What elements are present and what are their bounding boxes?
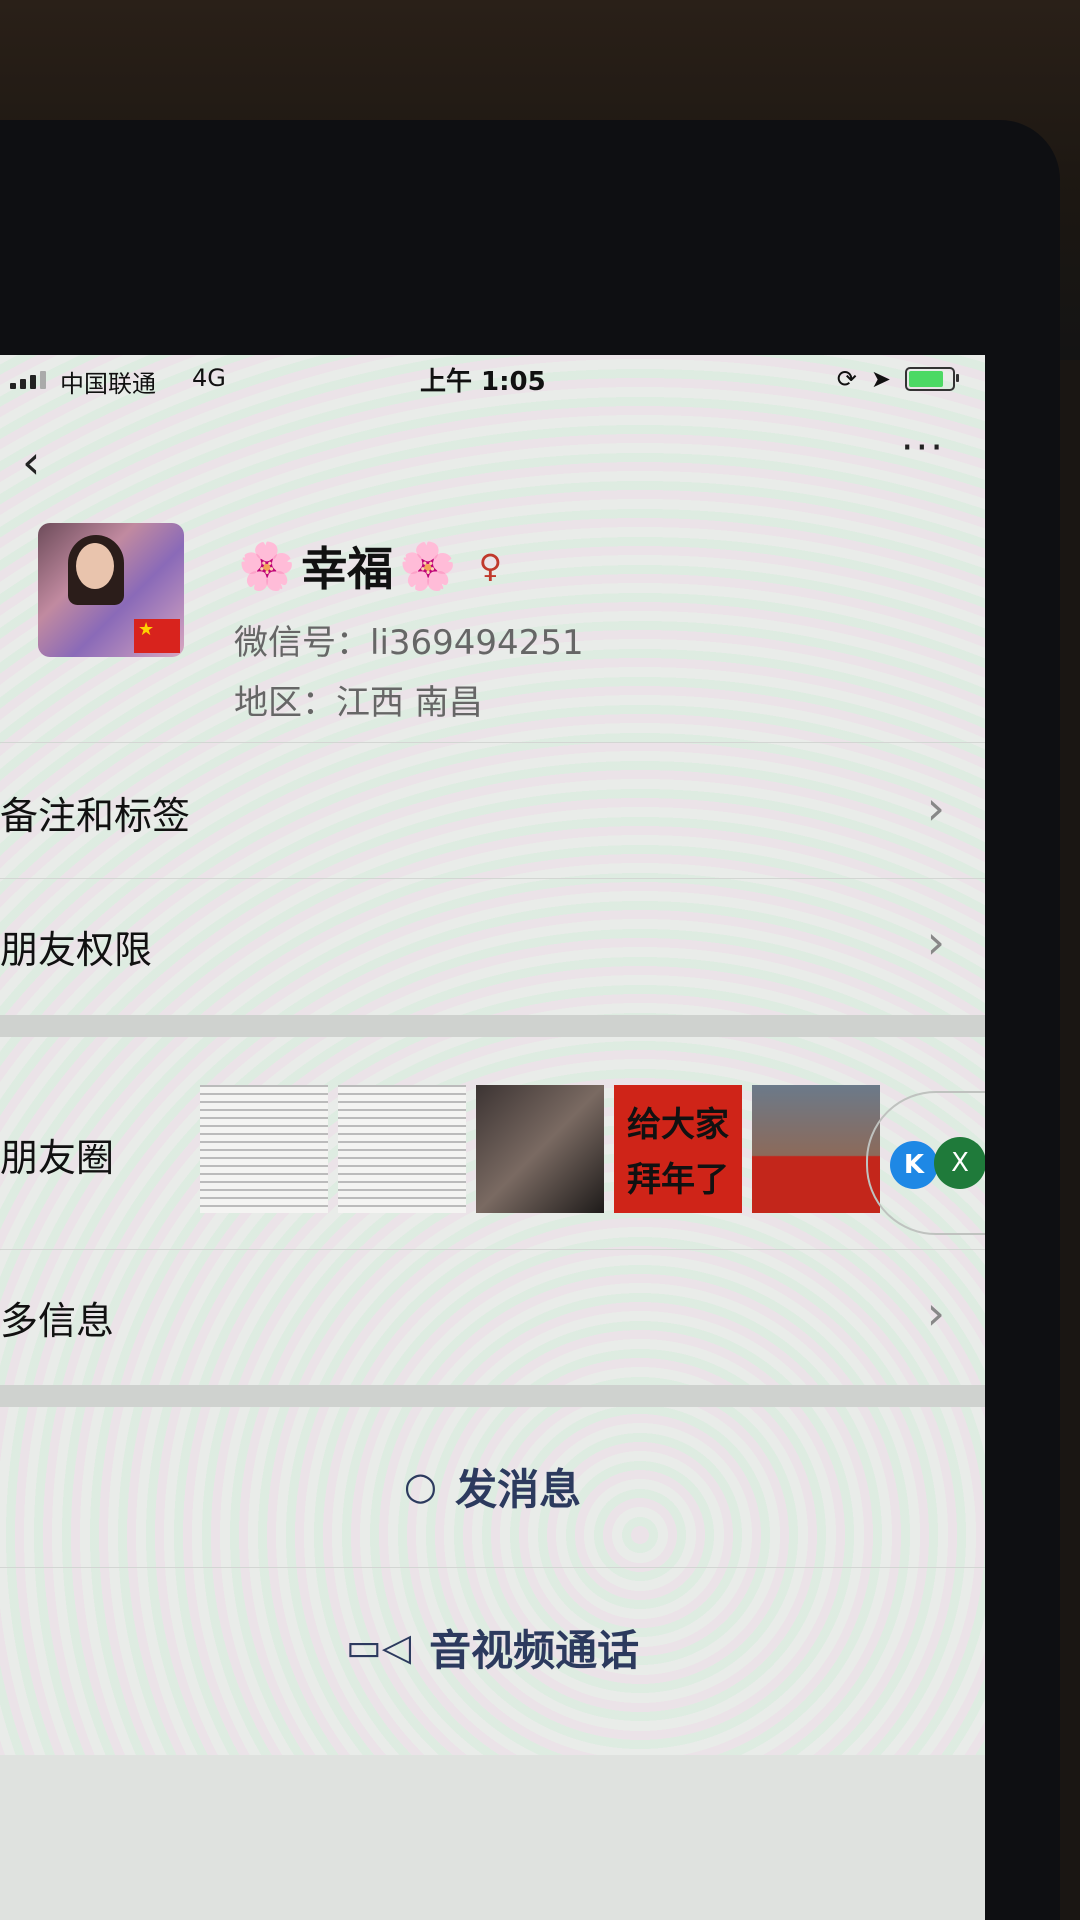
floating-app-chip[interactable]: K X <box>866 1091 985 1235</box>
signal-icon <box>10 371 46 389</box>
carrier-label: 中国联通 <box>60 370 156 398</box>
status-bar: 中国联通 4G 上午 1:05 ⟳ ➤ <box>0 355 985 403</box>
menu-moments[interactable]: 朋友圈 给大家 拜年了 K X <box>0 1037 985 1249</box>
menu-remarks-label: 备注和标签 <box>0 794 191 838</box>
moments-thumb-greeting: 给大家 拜年了 <box>614 1085 742 1213</box>
battery-fill <box>909 371 943 387</box>
chevron-right-icon: › <box>926 781 945 835</box>
wechat-id: 微信号：li369494251 <box>234 623 584 663</box>
x-app-icon[interactable]: X <box>934 1137 985 1189</box>
status-icons: ⟳ ➤ <box>836 365 959 393</box>
k-app-icon[interactable]: K <box>890 1141 938 1189</box>
menu-permissions-label: 朋友权限 <box>0 928 153 972</box>
nav-bar: ‹ ··· <box>0 425 985 505</box>
nickname: 幸福 <box>301 542 394 596</box>
chevron-right-icon: › <box>926 915 945 969</box>
moments-thumb-article <box>200 1085 328 1213</box>
bottom-area <box>0 1755 985 1920</box>
china-flag-icon: ★ <box>134 619 180 653</box>
rotation-lock-icon: ⟳ <box>836 365 857 393</box>
female-icon: ♀ <box>478 547 502 585</box>
phone-screen: 中国联通 4G 上午 1:05 ⟳ ➤ ‹ ··· ★ 🌸 幸福 🌸 ♀ 微信号… <box>0 355 985 1920</box>
menu-friend-permissions[interactable]: 朋友权限 › <box>0 878 985 1015</box>
menu-remarks-tags[interactable]: 备注和标签 › <box>0 742 985 879</box>
moments-thumb-article <box>338 1085 466 1213</box>
greeting-line-1: 给大家 <box>627 1105 729 1145</box>
network-label: 4G <box>192 364 226 392</box>
region: 地区：江西 南昌 <box>234 683 483 723</box>
video-call-button[interactable]: ▭◁ 音视频通话 <box>0 1567 985 1726</box>
avatar-face <box>76 543 114 589</box>
avatar[interactable]: ★ <box>38 523 184 657</box>
menu-moments-label: 朋友圈 <box>0 1136 115 1180</box>
section-divider <box>0 1015 985 1037</box>
more-options-button[interactable]: ··· <box>901 425 945 471</box>
greeting-line-2: 拜年了 <box>627 1160 729 1200</box>
chat-bubble-icon: ○ <box>403 1464 438 1508</box>
moments-thumb-photo <box>476 1085 604 1213</box>
send-message-label: 发消息 <box>455 1464 582 1514</box>
video-call-label: 音视频通话 <box>429 1625 640 1675</box>
send-message-button[interactable]: ○ 发消息 <box>0 1407 985 1565</box>
chevron-right-icon: › <box>926 1286 945 1340</box>
battery-icon <box>905 367 959 391</box>
location-icon: ➤ <box>870 365 891 393</box>
profile-header: ★ 🌸 幸福 🌸 ♀ 微信号：li369494251 地区：江西 南昌 <box>0 505 985 723</box>
back-button[interactable]: ‹ <box>22 435 40 489</box>
moments-thumbnails: 给大家 拜年了 <box>200 1085 880 1213</box>
status-clock: 上午 1:05 <box>420 367 546 397</box>
menu-more-info-label: 多信息 <box>0 1299 115 1343</box>
flower-icon: 🌸 <box>238 539 296 593</box>
menu-more-info[interactable]: 多信息 › <box>0 1249 985 1386</box>
moments-thumb-news <box>752 1085 880 1213</box>
video-camera-icon: ▭◁ <box>345 1625 412 1669</box>
section-divider <box>0 1385 985 1407</box>
flower-icon: 🌸 <box>399 539 457 593</box>
name-row: 🌸 幸福 🌸 ♀ <box>238 533 502 599</box>
